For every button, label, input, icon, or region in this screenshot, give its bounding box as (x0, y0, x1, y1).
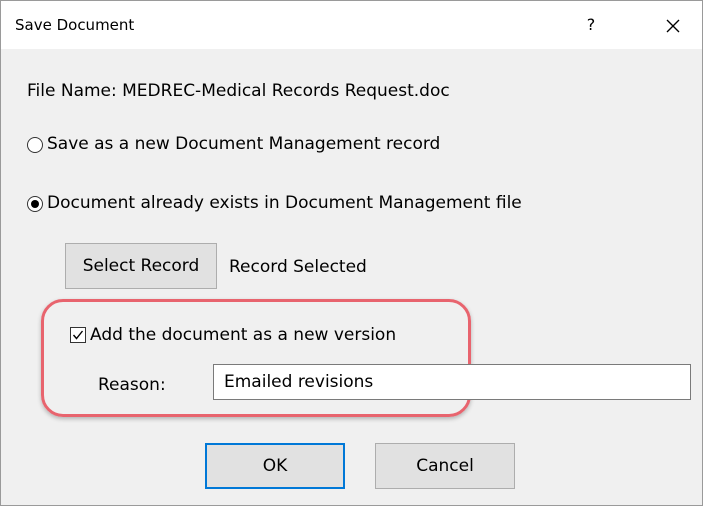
checkmark-icon (72, 330, 84, 340)
existing-record-radio[interactable] (27, 196, 43, 212)
ok-button[interactable]: OK (205, 443, 345, 489)
cancel-button[interactable]: Cancel (375, 443, 515, 489)
reason-input[interactable]: Emailed revisions (213, 364, 691, 400)
new-record-label[interactable]: Save as a new Document Management record (47, 134, 440, 154)
save-document-dialog: Save Document ? File Name: MEDREC-Medica… (0, 0, 703, 506)
close-button[interactable] (651, 9, 695, 41)
reason-label: Reason: (98, 375, 166, 395)
title-bar: Save Document ? (1, 1, 702, 49)
existing-record-label[interactable]: Document already exists in Document Mana… (47, 193, 522, 213)
new-record-radio[interactable] (27, 137, 43, 153)
new-version-label[interactable]: Add the document as a new version (90, 325, 396, 345)
file-name-label: File Name: MEDREC-Medical Records Reques… (27, 81, 450, 101)
help-button[interactable]: ? (569, 9, 613, 41)
new-version-checkbox[interactable] (70, 327, 86, 343)
dialog-title: Save Document (15, 16, 135, 34)
select-record-button[interactable]: Select Record (65, 243, 217, 289)
close-icon (666, 19, 680, 32)
record-status-label: Record Selected (229, 257, 367, 277)
